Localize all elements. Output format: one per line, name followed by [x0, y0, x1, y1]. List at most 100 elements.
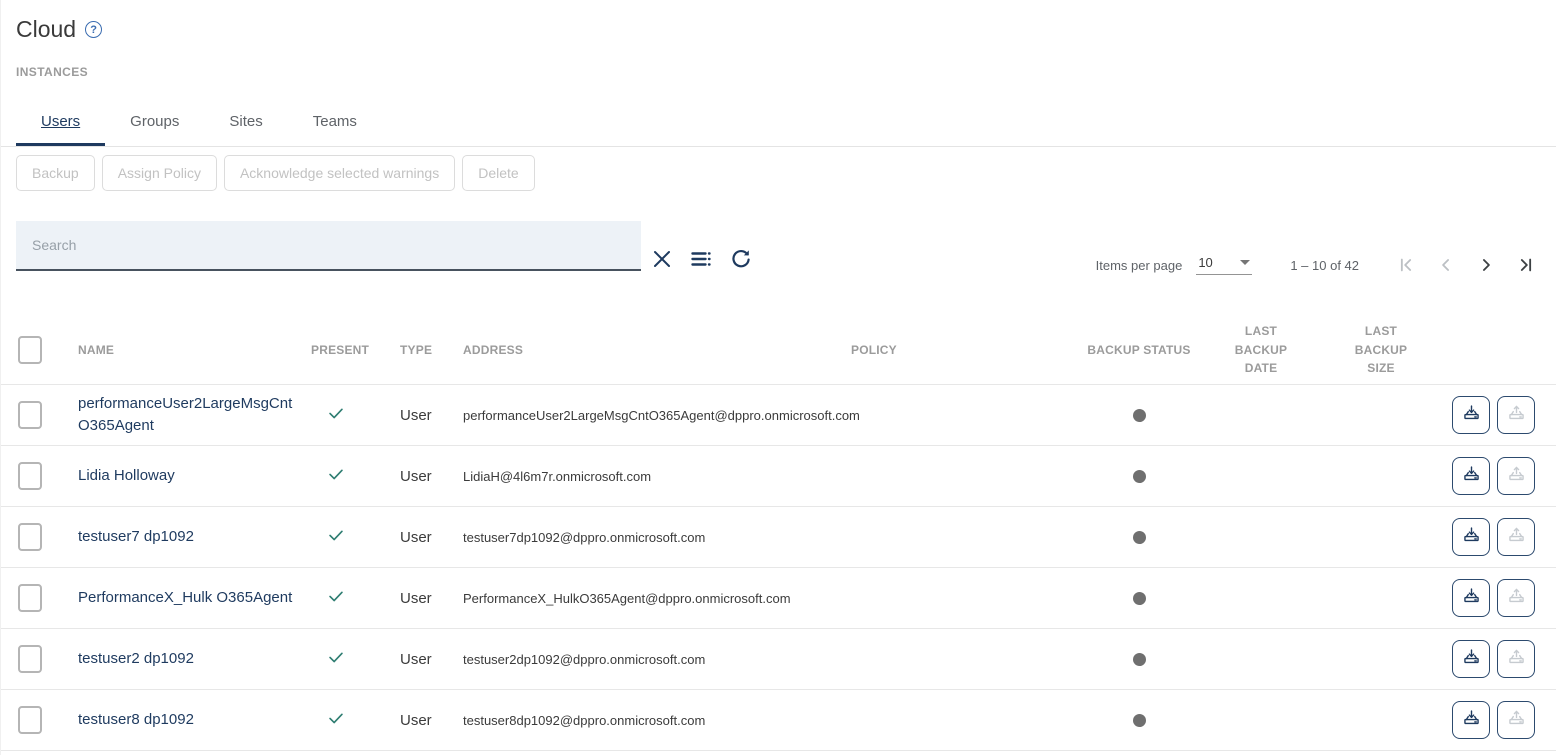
restore-icon	[1506, 586, 1527, 610]
table-header-row: NAME PRESENT TYPE ADDRESS POLICY BACKUP …	[1, 316, 1556, 385]
select-all-checkbox[interactable]	[18, 336, 42, 364]
table-row: Lidia Holloway User LidiaH@4l6m7r.onmicr…	[1, 446, 1556, 507]
items-per-page-select[interactable]: 10	[1196, 255, 1252, 275]
restore-icon	[1506, 647, 1527, 671]
backup-now-icon	[1461, 403, 1482, 427]
clear-x-icon	[650, 247, 674, 271]
row-restore-button[interactable]	[1497, 579, 1535, 617]
backup-now-icon	[1461, 525, 1482, 549]
table-row: PerformanceX_Hulk O365Agent User Perform…	[1, 568, 1556, 629]
tab-bar: Users Groups Sites Teams	[1, 100, 1556, 147]
restore-icon	[1506, 708, 1527, 732]
first-page-icon	[1396, 263, 1416, 278]
first-page-button[interactable]	[1396, 255, 1416, 275]
instance-type: User	[400, 407, 463, 424]
backup-now-icon	[1461, 586, 1482, 610]
instance-type: User	[400, 529, 463, 546]
help-icon[interactable]: ?	[85, 21, 102, 38]
backup-status-dot-icon	[1133, 714, 1146, 727]
previous-page-icon	[1436, 263, 1456, 278]
tab-users[interactable]: Users	[16, 100, 105, 146]
instance-name-link[interactable]: testuser7 dp1092	[78, 518, 311, 556]
instance-address: PerformanceX_HulkO365Agent@dppro.onmicro…	[463, 591, 851, 606]
backup-status-dot-icon	[1133, 531, 1146, 544]
last-page-button[interactable]	[1516, 255, 1536, 275]
row-checkbox[interactable]	[18, 462, 42, 490]
row-backup-button[interactable]	[1452, 640, 1490, 678]
clear-search-button[interactable]	[649, 246, 675, 272]
present-check-icon	[325, 472, 347, 489]
page-nav	[1396, 255, 1536, 275]
paginator: Items per page 10 1 – 10 of 42	[1096, 255, 1536, 275]
search-input[interactable]	[16, 221, 641, 271]
instance-name-link[interactable]: PerformanceX_Hulk O365Agent	[78, 579, 311, 617]
backup-status-dot-icon	[1133, 470, 1146, 483]
instance-address: testuser8dp1092@dppro.onmicrosoft.com	[463, 713, 851, 728]
table-row: testuser8 dp1092 User testuser8dp1092@dp…	[1, 690, 1556, 751]
instance-type: User	[400, 468, 463, 485]
row-backup-button[interactable]	[1452, 396, 1490, 434]
page-range-label: 1 – 10 of 42	[1290, 258, 1359, 273]
header-present[interactable]: PRESENT	[311, 343, 400, 357]
backup-button[interactable]: Backup	[16, 155, 95, 191]
refresh-icon	[729, 247, 753, 271]
header-type[interactable]: TYPE	[400, 343, 463, 357]
next-page-icon	[1476, 263, 1496, 278]
instance-address: LidiaH@4l6m7r.onmicrosoft.com	[463, 469, 851, 484]
instance-type: User	[400, 590, 463, 607]
row-checkbox[interactable]	[18, 645, 42, 673]
present-check-icon	[325, 716, 347, 733]
row-restore-button[interactable]	[1497, 640, 1535, 678]
row-restore-button[interactable]	[1497, 457, 1535, 495]
backup-now-icon	[1461, 708, 1482, 732]
page-title: Cloud	[16, 16, 76, 43]
header-last-backup-size[interactable]: LAST BACKUP SIZE	[1350, 322, 1412, 378]
row-restore-button[interactable]	[1497, 701, 1535, 739]
row-backup-button[interactable]	[1452, 457, 1490, 495]
backup-status-dot-icon	[1133, 653, 1146, 666]
row-checkbox[interactable]	[18, 401, 42, 429]
tab-sites[interactable]: Sites	[204, 100, 287, 146]
row-backup-button[interactable]	[1452, 579, 1490, 617]
row-backup-button[interactable]	[1452, 701, 1490, 739]
restore-icon	[1506, 525, 1527, 549]
row-checkbox[interactable]	[18, 523, 42, 551]
refresh-button[interactable]	[728, 246, 754, 272]
instance-name-link[interactable]: testuser8 dp1092	[78, 701, 311, 739]
backup-now-icon	[1461, 464, 1482, 488]
header-name[interactable]: NAME	[78, 343, 311, 357]
backup-now-icon	[1461, 647, 1482, 671]
row-restore-button[interactable]	[1497, 518, 1535, 556]
filter-button[interactable]	[688, 246, 714, 272]
instance-name-link[interactable]: testuser2 dp1092	[78, 640, 311, 678]
tab-groups[interactable]: Groups	[105, 100, 204, 146]
header-address[interactable]: ADDRESS	[463, 343, 851, 357]
last-page-icon	[1516, 263, 1536, 278]
previous-page-button[interactable]	[1436, 255, 1456, 275]
acknowledge-warnings-button[interactable]: Acknowledge selected warnings	[224, 155, 455, 191]
row-restore-button[interactable]	[1497, 396, 1535, 434]
instances-table: NAME PRESENT TYPE ADDRESS POLICY BACKUP …	[1, 316, 1556, 751]
header-backup-status[interactable]: BACKUP STATUS	[1087, 343, 1191, 357]
delete-button[interactable]: Delete	[462, 155, 534, 191]
tab-teams[interactable]: Teams	[288, 100, 382, 146]
row-backup-button[interactable]	[1452, 518, 1490, 556]
instance-address: performanceUser2LargeMsgCntO365Agent@dpp…	[463, 408, 851, 423]
items-per-page-value: 10	[1198, 255, 1212, 270]
instance-name-link[interactable]: performanceUser2LargeMsgCnt O365Agent	[78, 385, 311, 445]
header-last-backup-date[interactable]: LAST BACKUP DATE	[1230, 322, 1292, 378]
backup-status-dot-icon	[1133, 409, 1146, 422]
filter-list-icon	[689, 247, 713, 271]
row-checkbox[interactable]	[18, 584, 42, 612]
instance-name-link[interactable]: Lidia Holloway	[78, 457, 311, 495]
restore-icon	[1506, 403, 1527, 427]
next-page-button[interactable]	[1476, 255, 1496, 275]
row-checkbox[interactable]	[18, 706, 42, 734]
present-check-icon	[325, 594, 347, 611]
header-policy[interactable]: POLICY	[851, 343, 1087, 357]
assign-policy-button[interactable]: Assign Policy	[102, 155, 217, 191]
table-row: performanceUser2LargeMsgCnt O365Agent Us…	[1, 385, 1556, 446]
action-toolbar: Backup Assign Policy Acknowledge selecte…	[16, 155, 1556, 191]
cloud-instances-page: Cloud ? INSTANCES Users Groups Sites Tea…	[0, 0, 1556, 755]
items-per-page-label: Items per page	[1096, 258, 1183, 273]
